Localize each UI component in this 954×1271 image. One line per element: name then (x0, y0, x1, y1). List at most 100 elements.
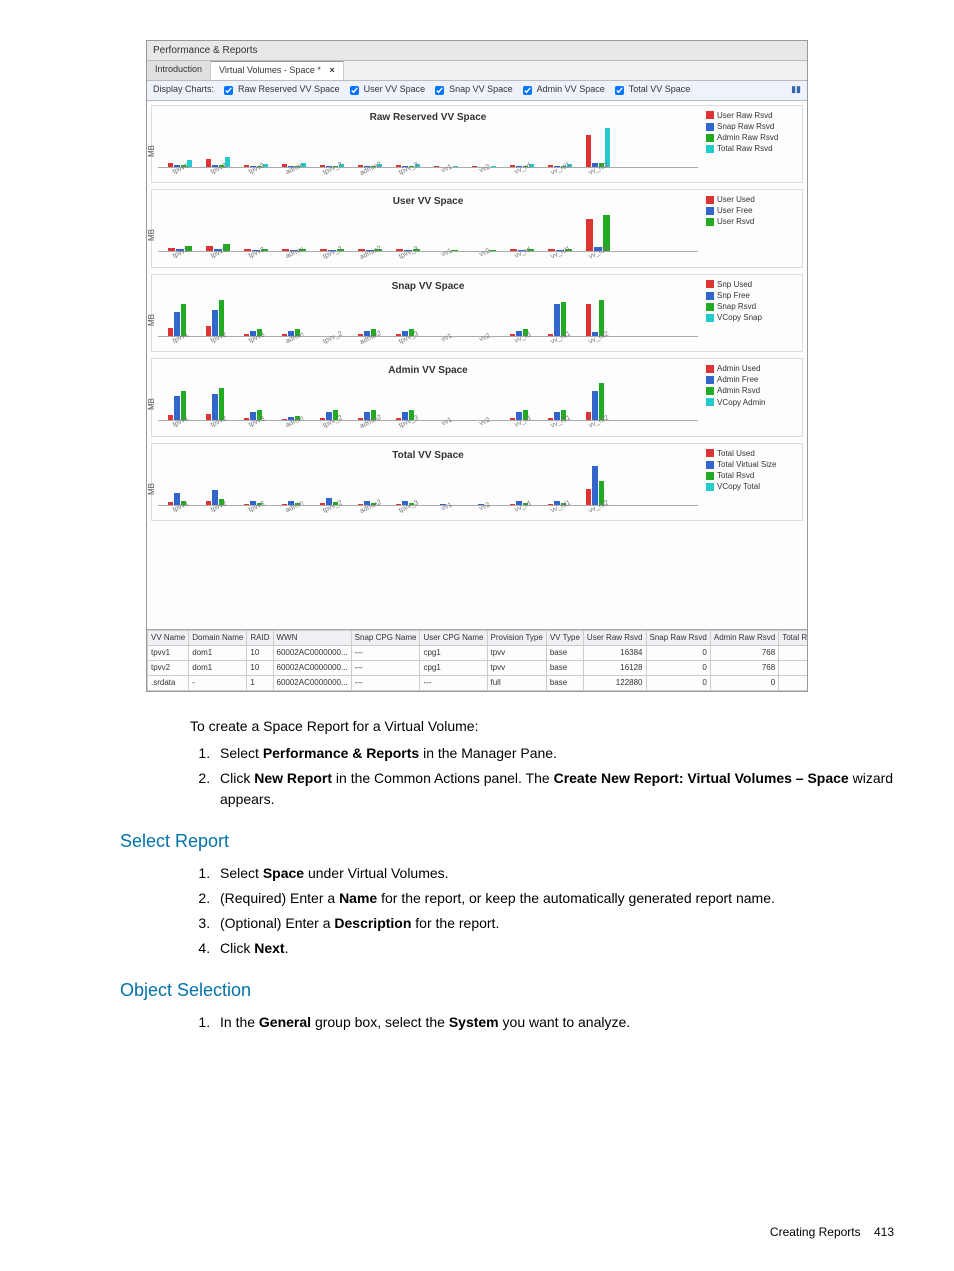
table-header[interactable]: Provision Type (487, 630, 546, 645)
tab-virtual-volumes-space[interactable]: Virtual Volumes - Space * × (211, 61, 344, 80)
bars-row (158, 380, 698, 421)
table-cell: tpvv (487, 660, 546, 675)
legend: Admin UsedAdmin FreeAdmin RsvdVCopy Admi… (706, 363, 796, 434)
table-cell: base (546, 660, 583, 675)
legend: User Raw RsvdSnap Raw RsvdAdmin Raw Rsvd… (706, 110, 796, 181)
legend-swatch (706, 472, 714, 480)
table-row[interactable]: .srdata-160002AC0000000...------fullbase… (148, 675, 808, 690)
table-header[interactable]: Admin Raw Rsvd (710, 630, 778, 645)
bar (472, 166, 477, 167)
table-header[interactable]: Domain Name (189, 630, 247, 645)
sr-step-4: Click Next. (214, 938, 894, 959)
legend-swatch (706, 134, 714, 142)
bar (586, 219, 593, 251)
heading-select-report: Select Report (120, 828, 894, 855)
legend-label: VCopy Admin (717, 398, 765, 407)
legend-swatch (706, 123, 714, 131)
legend-label: Admin Used (717, 364, 761, 373)
bar (174, 312, 179, 336)
legend-swatch (706, 314, 714, 322)
bar (206, 326, 211, 336)
vv-data-table: VV NameDomain NameRAIDWWNSnap CPG NameUs… (147, 630, 807, 691)
legend-swatch (706, 292, 714, 300)
table-cell: 0 (646, 675, 710, 690)
table-cell: 16128 (583, 660, 646, 675)
chk-raw-reserved[interactable]: Raw Reserved VV Space (220, 83, 340, 98)
chart-title: Admin VV Space (158, 363, 698, 378)
chk-admin-vv[interactable]: Admin VV Space (519, 83, 605, 98)
toolbar-label: Display Charts: (153, 83, 214, 97)
display-charts-toolbar: Display Charts: Raw Reserved VV Space Us… (147, 81, 807, 101)
sr-step-1: Select Space under Virtual Volumes. (214, 863, 894, 884)
x-labels: tpvv1tpvv2tpvv3admintpvv_2admin2tpvv_3vv… (158, 421, 698, 434)
table-header[interactable]: Snap CPG Name (351, 630, 420, 645)
table-header[interactable]: VV Type (546, 630, 583, 645)
chk-user-vv[interactable]: User VV Space (346, 83, 426, 98)
chart-block: User VV SpaceMBtpvv1tpvv2tpvv3admintpvv_… (151, 189, 803, 268)
legend-label: User Free (717, 206, 753, 215)
table-header[interactable]: Total Raw Rsvd (779, 630, 807, 645)
table-cell: 0 (646, 645, 710, 660)
bars-row (158, 211, 698, 252)
chk-total-vv[interactable]: Total VV Space (611, 83, 691, 98)
legend-label: Total Virtual Size (717, 460, 776, 469)
os-step-1: In the General group box, select the Sys… (214, 1012, 894, 1033)
table-row[interactable]: tpvv1dom11060002AC0000000...---cpg1tpvvb… (148, 645, 808, 660)
chk-snap-vv[interactable]: Snap VV Space (431, 83, 513, 98)
legend-swatch (706, 145, 714, 153)
charts-area: Raw Reserved VV SpaceMBtpvv1tpvv2tpvv3ad… (147, 101, 807, 629)
legend-swatch (706, 303, 714, 311)
table-header[interactable]: RAID (247, 630, 273, 645)
table-cell: 768 (710, 660, 778, 675)
legend-label: Total Rsvd (717, 471, 754, 480)
table-cell: --- (420, 675, 487, 690)
bar (168, 415, 173, 420)
step-1: Select Performance & Reports in the Mana… (214, 743, 894, 764)
table-cell: 60002AC0000000... (273, 675, 351, 690)
bar (396, 504, 401, 505)
table-cell: 0 (710, 675, 778, 690)
bar (282, 334, 287, 336)
tab-introduction[interactable]: Introduction (147, 61, 211, 80)
table-header[interactable]: User CPG Name (420, 630, 487, 645)
bar (548, 165, 553, 167)
table-cell: --- (351, 660, 420, 675)
window-title: Performance & Reports (153, 45, 258, 56)
bar (206, 159, 211, 167)
bar (320, 165, 325, 167)
table-cell: full (487, 675, 546, 690)
bar (548, 504, 553, 505)
table-cell: --- (351, 645, 420, 660)
table-cell: 10 (247, 645, 273, 660)
bar (320, 503, 325, 505)
bar (168, 328, 173, 336)
chart-block: Total VV SpaceMBtpvv1tpvv2tpvv3admintpvv… (151, 443, 803, 522)
table-header[interactable]: WWN (273, 630, 351, 645)
page-footer: Creating Reports 413 (770, 1223, 894, 1241)
table-header[interactable]: VV Name (148, 630, 189, 645)
bar (586, 135, 591, 167)
legend-label: User Rsvd (717, 217, 754, 226)
chart-title: User VV Space (158, 194, 698, 209)
legend: Snp UsedSnp FreeSnap RsvdVCopy Snap (706, 279, 796, 350)
create-report-steps: Select Performance & Reports in the Mana… (190, 743, 894, 810)
table-cell: dom1 (189, 660, 247, 675)
close-icon[interactable]: × (329, 65, 334, 75)
table-cell: 1 (247, 675, 273, 690)
table-row[interactable]: tpvv2dom11060002AC0000000...---cpg1tpvvb… (148, 660, 808, 675)
table-cell: 60002AC0000000... (273, 645, 351, 660)
legend-label: Total Used (717, 449, 755, 458)
heading-object-selection: Object Selection (120, 977, 894, 1004)
bar (206, 501, 211, 504)
chart-title: Raw Reserved VV Space (158, 110, 698, 125)
legend: Total UsedTotal Virtual SizeTotal RsvdVC… (706, 448, 796, 519)
table-header[interactable]: User Raw Rsvd (583, 630, 646, 645)
footer-page-number: 413 (874, 1225, 894, 1239)
bar (244, 165, 249, 167)
pause-icon[interactable]: ▮▮ (791, 83, 801, 97)
table-cell: 122880 (779, 675, 807, 690)
sr-step-3: (Optional) Enter a Description for the r… (214, 913, 894, 934)
table-cell: tpvv1 (148, 645, 189, 660)
table-header[interactable]: Snap Raw Rsvd (646, 630, 710, 645)
bars-row (158, 465, 698, 506)
